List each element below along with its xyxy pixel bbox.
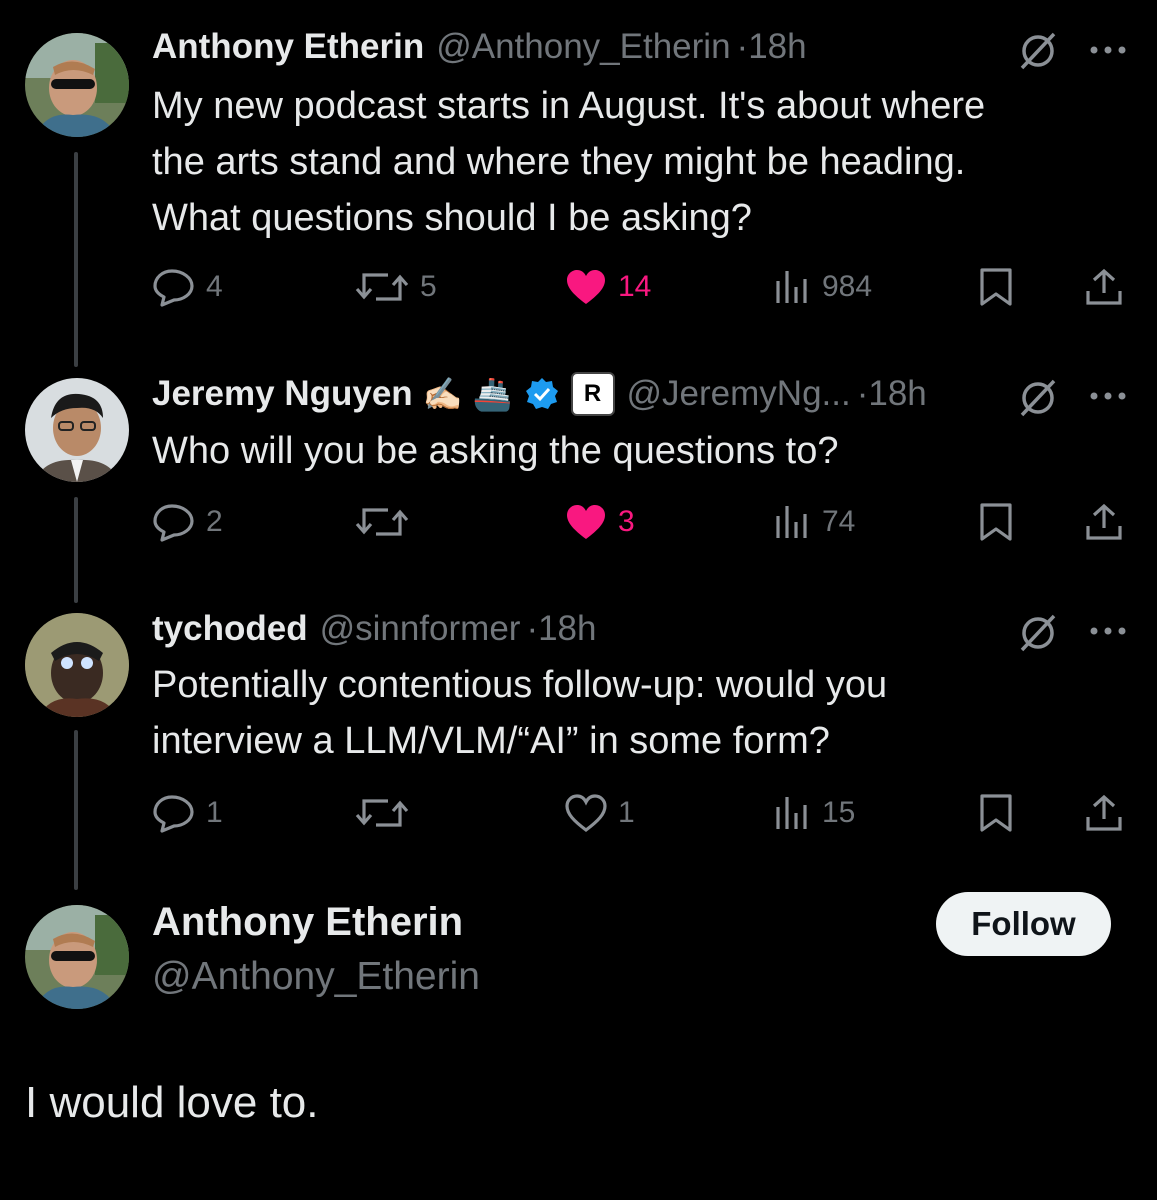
avatar[interactable] — [25, 33, 129, 137]
bookmark-button[interactable] — [978, 497, 1014, 547]
action-bar: 2 3 74 — [152, 497, 1132, 547]
like-count: 14 — [618, 270, 652, 303]
tweet-text-line: the arts stand and where they might be h… — [152, 141, 966, 183]
share-icon — [1086, 794, 1122, 831]
tweet-header: tychoded @sinnformer · 18h — [152, 607, 597, 651]
reply-count: 4 — [206, 270, 223, 303]
like-icon — [567, 270, 605, 304]
grok-icon[interactable] — [1018, 30, 1058, 70]
tweet-text: Potentially contentious follow-up: would… — [152, 657, 1132, 769]
timestamp[interactable]: 18h — [538, 607, 596, 651]
bookmark-button[interactable] — [978, 262, 1014, 312]
author-name[interactable]: Anthony Etherin — [152, 900, 463, 945]
views-icon — [776, 797, 807, 829]
share-icon — [1086, 268, 1122, 305]
follow-button[interactable]: Follow — [936, 892, 1111, 956]
grok-icon[interactable] — [1018, 612, 1058, 652]
tweet-text-line: interview a LLM/VLM/“AI” in some form? — [152, 720, 830, 762]
repost-button[interactable] — [354, 788, 420, 838]
repost-count: 5 — [420, 270, 437, 303]
share-icon — [1086, 503, 1122, 540]
author-name[interactable]: tychoded — [152, 607, 308, 651]
reply-button[interactable]: 2 — [152, 497, 223, 547]
thread-line — [74, 152, 78, 367]
more-icon[interactable] — [1086, 386, 1130, 406]
separator-dot: · — [736, 27, 749, 66]
author-name[interactable]: Jeremy Nguyen — [152, 372, 413, 416]
avatar[interactable] — [25, 378, 129, 482]
views-icon — [776, 506, 807, 538]
tweet-text: Who will you be asking the questions to? — [152, 423, 1132, 479]
timestamp[interactable]: 18h — [748, 25, 806, 69]
reply-icon — [153, 795, 194, 833]
views-icon — [776, 271, 807, 303]
tweet-text-line: What questions should I be asking? — [152, 197, 752, 239]
author-name[interactable]: Anthony Etherin — [152, 25, 424, 69]
tweet-text: My new podcast starts in August. It's ab… — [152, 78, 1132, 246]
bookmark-icon — [980, 794, 1012, 832]
tweet-text-line: Potentially contentious follow-up: would… — [152, 664, 888, 706]
reply-button[interactable]: 1 — [152, 788, 223, 838]
timestamp[interactable]: 18h — [868, 372, 926, 416]
name-emojis: ✍🏻 🚢 — [422, 375, 513, 413]
more-icon[interactable] — [1086, 40, 1130, 60]
reply-count: 2 — [206, 505, 223, 538]
share-button[interactable] — [1084, 788, 1124, 838]
author-handle[interactable]: @JeremyNg... — [627, 372, 851, 416]
repost-icon — [355, 508, 409, 536]
like-button[interactable]: 1 — [564, 788, 635, 838]
grok-icon[interactable] — [1018, 377, 1058, 417]
author-handle[interactable]: @Anthony_Etherin — [436, 25, 730, 69]
tweet-text: I would love to. — [25, 1078, 319, 1127]
action-bar: 4 5 14 984 — [152, 262, 1132, 312]
more-icon[interactable] — [1086, 621, 1130, 641]
like-button[interactable]: 14 — [564, 262, 651, 312]
action-bar: 1 1 15 — [152, 788, 1132, 838]
like-count: 1 — [618, 796, 635, 829]
like-icon — [567, 505, 605, 539]
views-count: 15 — [822, 796, 856, 829]
repost-button[interactable] — [354, 497, 420, 547]
views-button[interactable]: 15 — [772, 788, 855, 838]
thread-line — [74, 497, 78, 603]
tweet-text-line: My new podcast starts in August. It's ab… — [152, 85, 986, 127]
reply-button[interactable]: 4 — [152, 262, 223, 312]
views-button[interactable]: 984 — [772, 262, 872, 312]
tweet-header: Anthony Etherin @Anthony_Etherin · 18h — [152, 25, 807, 69]
bookmark-icon — [980, 503, 1012, 541]
bookmark-icon — [980, 268, 1012, 306]
repost-icon — [355, 273, 409, 301]
reply-icon — [153, 504, 194, 542]
tweet-header: Jeremy Nguyen ✍🏻 🚢 R @JeremyNg... · 18h — [152, 372, 927, 416]
share-button[interactable] — [1084, 497, 1124, 547]
repost-button[interactable]: 5 — [354, 262, 437, 312]
separator-dot: · — [526, 609, 539, 648]
separator-dot: · — [856, 374, 869, 413]
like-count: 3 — [618, 505, 635, 538]
views-count: 74 — [822, 505, 856, 538]
reply-icon — [153, 269, 194, 307]
avatar[interactable] — [25, 905, 129, 1009]
bookmark-button[interactable] — [978, 788, 1014, 838]
tweet-text-line: Who will you be asking the questions to? — [152, 430, 839, 472]
author-handle[interactable]: @Anthony_Etherin — [152, 955, 480, 999]
repost-icon — [355, 799, 409, 827]
share-button[interactable] — [1084, 262, 1124, 312]
affiliate-badge[interactable]: R — [570, 372, 615, 416]
views-count: 984 — [822, 270, 873, 303]
verified-icon — [525, 377, 559, 411]
avatar[interactable] — [25, 613, 129, 717]
reply-count: 1 — [206, 796, 223, 829]
views-button[interactable]: 74 — [772, 497, 855, 547]
like-icon — [565, 794, 607, 833]
author-handle[interactable]: @sinnformer — [320, 607, 521, 651]
like-button[interactable]: 3 — [564, 497, 635, 547]
thread-line — [74, 730, 78, 890]
